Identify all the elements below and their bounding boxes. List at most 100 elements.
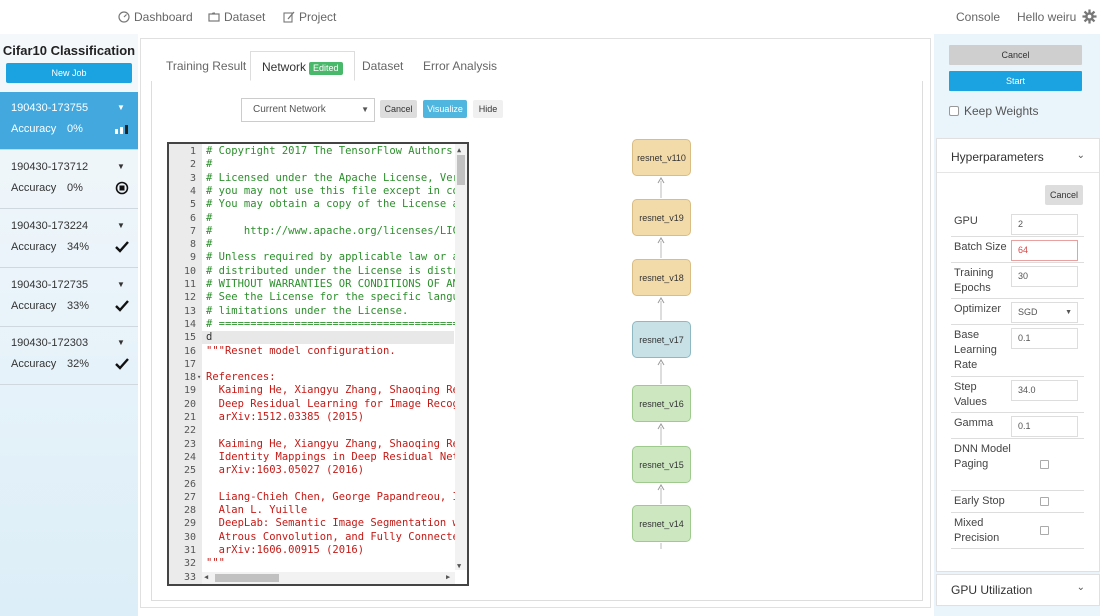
- network-node[interactable]: resnet_v17: [632, 321, 691, 358]
- keep-weights-label: Keep Weights: [964, 104, 1039, 118]
- stop-icon: [114, 181, 130, 195]
- right-panel: Cancel Start Keep Weights Hyperparameter…: [934, 34, 1100, 616]
- chevron-down-icon[interactable]: ⌄: [1077, 582, 1085, 593]
- code-text: Alan L. Yuille: [206, 504, 308, 517]
- line-number: 27: [183, 491, 196, 503]
- line-number: 6: [189, 212, 196, 224]
- tab-dataset[interactable]: Dataset: [351, 51, 414, 81]
- job-item[interactable]: 190430-172303 ▼ Accuracy 32%: [0, 327, 138, 385]
- edited-badge: Edited: [309, 62, 343, 75]
- job-cancel-button[interactable]: Cancel: [949, 45, 1082, 65]
- nav-console[interactable]: Console: [952, 10, 1000, 24]
- hyperparameter-checkbox[interactable]: [1040, 460, 1049, 469]
- code-line: 21 arXiv:1512.03385 (2015): [169, 411, 455, 424]
- hyperparameters-cancel-button[interactable]: Cancel: [1045, 185, 1083, 205]
- line-number: 12: [183, 292, 196, 304]
- job-item[interactable]: 190430-173224 ▼ Accuracy 34%: [0, 210, 138, 268]
- hyperparameter-row: Mixed Precision: [951, 513, 1084, 549]
- user-greeting[interactable]: Hello weiru: [1017, 10, 1076, 24]
- vertical-scroll-thumb[interactable]: [457, 155, 465, 185]
- network-node[interactable]: resnet_v19: [632, 199, 691, 236]
- hyperparameter-row: Gamma 0.1: [951, 413, 1084, 439]
- line-number: 5: [189, 199, 196, 211]
- hyperparameter-input[interactable]: 2: [1011, 214, 1078, 235]
- network-node[interactable]: resnet_v15: [632, 446, 691, 483]
- line-number: 14: [183, 318, 196, 330]
- vertical-scrollbar[interactable]: [455, 144, 467, 570]
- code-editor[interactable]: 1 # Copyright 2017 The TensorFlow Authors…: [167, 142, 469, 586]
- job-item[interactable]: 190430-173712 ▼ Accuracy 0%: [0, 151, 138, 209]
- code-text: arXiv:1512.03385 (2015): [206, 411, 365, 423]
- code-line: 20 Deep Residual Learning for Image Reco…: [169, 398, 465, 411]
- main-panel: Training Result Network Edited Dataset Er…: [140, 38, 931, 608]
- nav-dataset[interactable]: Dataset: [208, 10, 265, 24]
- network-node[interactable]: resnet_v18: [632, 259, 691, 296]
- job-item[interactable]: 190430-172735 ▼ Accuracy 33%: [0, 269, 138, 327]
- hyperparameters-title[interactable]: Hyperparameters: [951, 150, 1044, 164]
- scroll-left-arrow-icon[interactable]: ◀: [204, 573, 208, 581]
- code-text: # Licensed under the Apache License, Ver…: [206, 171, 466, 184]
- network-node[interactable]: resnet_v110: [632, 139, 691, 176]
- code-text: # You may obtain a copy of the License a…: [206, 198, 466, 211]
- hyperparameter-input[interactable]: 30: [1011, 266, 1078, 287]
- nav-project[interactable]: Project: [283, 10, 336, 24]
- tab-error-analysis[interactable]: Error Analysis: [412, 51, 508, 81]
- line-number: 1: [189, 146, 196, 157]
- scroll-right-arrow-icon[interactable]: ▶: [446, 573, 450, 581]
- hyperparameter-input[interactable]: SGD ▼: [1011, 302, 1078, 323]
- hyperparameter-input[interactable]: 34.0: [1011, 380, 1078, 401]
- gpu-utilization-title[interactable]: GPU Utilization: [951, 583, 1032, 597]
- running-bars-icon: [114, 122, 130, 136]
- scroll-up-arrow-icon[interactable]: ▲: [457, 146, 461, 154]
- chevron-down-icon[interactable]: ⌄: [1077, 150, 1085, 161]
- network-node[interactable]: resnet_v16: [632, 385, 691, 422]
- keep-weights-checkbox[interactable]: [949, 106, 959, 116]
- hyperparameter-label: Base Learning Rate: [954, 329, 997, 371]
- caret-down-icon[interactable]: ▼: [117, 221, 125, 230]
- code-text: """Resnet model configuration.: [206, 344, 396, 357]
- hyperparameter-row: DNN Model Paging: [951, 439, 1084, 491]
- tab-training-result[interactable]: Training Result: [155, 51, 257, 81]
- folder-icon: [208, 12, 220, 22]
- nav-project-label: Project: [299, 10, 337, 24]
- visualize-button[interactable]: Visualize: [423, 100, 467, 118]
- hyperparameter-input[interactable]: 64: [1011, 240, 1078, 261]
- caret-down-icon[interactable]: ▼: [117, 103, 125, 112]
- horizontal-scroll-thumb[interactable]: [215, 574, 279, 582]
- hyperparameter-row: Training Epochs 30: [951, 263, 1084, 299]
- scroll-down-arrow-icon[interactable]: ▼: [457, 562, 461, 570]
- hyperparameter-row: Base Learning Rate 0.1: [951, 325, 1084, 377]
- line-number: 32: [183, 558, 196, 570]
- hyperparameter-label: DNN Model Paging: [954, 443, 1011, 470]
- line-number: 16: [183, 345, 196, 357]
- fold-arrow-icon[interactable]: ▾: [197, 371, 201, 384]
- caret-down-icon[interactable]: ▼: [117, 280, 125, 289]
- job-item[interactable]: 190430-173755 ▼ Accuracy 0%: [0, 92, 138, 150]
- new-job-button[interactable]: New Job: [6, 63, 132, 83]
- caret-down-icon[interactable]: ▼: [117, 338, 125, 347]
- code-text: #: [206, 211, 213, 224]
- nav-dashboard[interactable]: Dashboard: [118, 10, 193, 24]
- network-node[interactable]: resnet_v14: [632, 505, 691, 542]
- accuracy-value: 0%: [67, 123, 83, 135]
- nav-dashboard-label: Dashboard: [134, 10, 193, 24]
- hyperparameter-checkbox[interactable]: [1040, 526, 1049, 535]
- network-select[interactable]: Current Network ▼: [241, 98, 375, 122]
- code-line: 14 # ====================================…: [169, 318, 467, 331]
- start-button[interactable]: Start: [949, 71, 1082, 91]
- hyperparameter-input[interactable]: 0.1: [1011, 416, 1078, 437]
- line-number: 26: [183, 478, 196, 490]
- hyperparameters-card: Hyperparameters ⌄ Cancel GPU 2 Batch Size 6…: [936, 138, 1100, 572]
- keep-weights-option[interactable]: Keep Weights: [949, 104, 1039, 118]
- check-icon: [114, 240, 130, 254]
- network-cancel-button[interactable]: Cancel: [380, 100, 417, 118]
- tab-network[interactable]: Network Edited: [250, 51, 355, 81]
- hide-button[interactable]: Hide: [473, 100, 503, 118]
- network-select-value: Current Network: [253, 104, 326, 115]
- hyperparameter-checkbox[interactable]: [1040, 497, 1049, 506]
- code-line: 6 #: [169, 212, 455, 225]
- hyperparameter-input[interactable]: 0.1: [1011, 328, 1078, 349]
- project-title: Cifar10 Classification: [2, 43, 136, 58]
- caret-down-icon[interactable]: ▼: [117, 162, 125, 171]
- gear-icon[interactable]: [1082, 9, 1097, 24]
